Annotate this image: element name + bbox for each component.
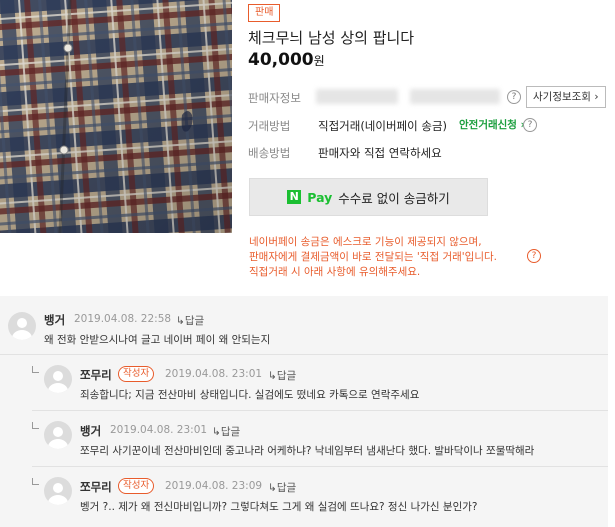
help-icon[interactable]: ?	[527, 249, 541, 263]
reply-button[interactable]: ↳답글	[212, 424, 240, 439]
avatar[interactable]	[44, 477, 72, 505]
comment-date: 2019.04.08. 23:01	[165, 368, 263, 380]
comment-nickname[interactable]: 뱅거	[80, 423, 101, 439]
reply-indent-icon	[32, 422, 39, 429]
shipping-value: 판매자와 직접 연락하세요	[318, 146, 442, 160]
product-image[interactable]	[0, 0, 232, 233]
reply-indent-icon	[32, 478, 39, 485]
reply-arrow-icon: ↳	[176, 315, 185, 327]
shipping-label: 배송방법	[248, 146, 291, 160]
trade-method-label: 거래방법	[248, 119, 291, 133]
reply-label: 답글	[276, 482, 297, 494]
reply-arrow-icon: ↳	[212, 426, 221, 438]
comment-nickname[interactable]: 뱅거	[44, 312, 65, 328]
comment-section: 뱅거 2019.04.08. 22:58 ↳답글 왜 전화 안받으시나여 글고 …	[0, 296, 608, 527]
divider	[32, 410, 608, 411]
author-badge: 작성자	[118, 478, 155, 494]
comment-nickname[interactable]: 쪼무리	[80, 367, 112, 383]
comment-date: 2019.04.08. 23:01	[110, 424, 208, 436]
comment-text: 죄송합니다; 지금 전산마비 상태입니다. 실검에도 떴네요 카톡으로 연락주세…	[80, 389, 420, 401]
avatar[interactable]	[8, 312, 36, 340]
naver-pay-label: 수수료 없이 송금하기	[338, 190, 450, 206]
safe-trade-label: 안전거래신청	[459, 119, 517, 131]
reply-indent-icon	[32, 366, 39, 373]
comment-text: 왜 전화 안받으시나여 글고 네이버 페이 왜 안되는지	[44, 334, 271, 346]
seller-id-redacted	[410, 89, 500, 104]
naver-pay-button[interactable]: N Pay 수수료 없이 송금하기	[249, 178, 488, 216]
notice-line: 네이버페이 송금은 에스크로 기능이 제공되지 않으며,	[249, 236, 482, 248]
reply-button[interactable]: ↳답글	[268, 368, 296, 383]
comment-date: 2019.04.08. 23:09	[165, 480, 263, 492]
help-icon[interactable]: ?	[507, 90, 521, 104]
divider	[32, 466, 608, 467]
chevron-right-icon: ›	[594, 91, 599, 103]
divider	[0, 354, 608, 355]
trade-method-value: 직접거래(네이버페이 송금)	[318, 119, 448, 133]
comment-date: 2019.04.08. 22:58	[74, 313, 172, 325]
product-title: 체크무늬 남성 상의 팝니다	[248, 29, 415, 47]
product-price: 40,000원	[248, 50, 325, 70]
avatar[interactable]	[44, 365, 72, 393]
reply-label: 답글	[220, 426, 241, 438]
seller-info-label: 판매자정보	[248, 91, 301, 105]
comment-nickname[interactable]: 쪼무리	[80, 479, 112, 495]
pay-logo-text: Pay	[307, 189, 333, 205]
notice-line: 판매자에게 결제금액이 바로 전달되는 '직접 거래'입니다.	[249, 251, 497, 263]
fraud-check-button[interactable]: 사기정보조회 ›	[526, 86, 606, 108]
comment-text: 벵거 ?.. 제가 왜 전신마비입니까? 그렇다쳐도 그게 왜 실검에 뜨나요?…	[80, 501, 478, 513]
reply-label: 답글	[276, 370, 297, 382]
help-icon[interactable]: ?	[523, 118, 537, 132]
reply-arrow-icon: ↳	[268, 370, 277, 382]
avatar[interactable]	[44, 421, 72, 449]
comment-text: 쪼무리 사기꾼이네 전산마비인데 중고나라 어케하냐? 낙네임부터 냄새난다 했…	[80, 445, 535, 457]
safe-trade-link[interactable]: 안전거래신청 ›	[459, 117, 525, 132]
reply-button[interactable]: ↳답글	[176, 313, 204, 328]
reply-arrow-icon: ↳	[268, 482, 277, 494]
reply-label: 답글	[184, 315, 205, 327]
notice-line: 직접거래 시 아래 사항에 유의해주세요.	[249, 266, 421, 278]
sale-badge: 판매	[248, 4, 281, 22]
author-badge: 작성자	[118, 366, 155, 382]
seller-name-redacted	[316, 89, 398, 104]
reply-button[interactable]: ↳답글	[268, 480, 296, 495]
naver-n-icon: N	[287, 190, 302, 204]
price-value: 40,000	[248, 50, 314, 70]
price-unit: 원	[313, 54, 325, 68]
fraud-check-label: 사기정보조회	[533, 91, 591, 103]
